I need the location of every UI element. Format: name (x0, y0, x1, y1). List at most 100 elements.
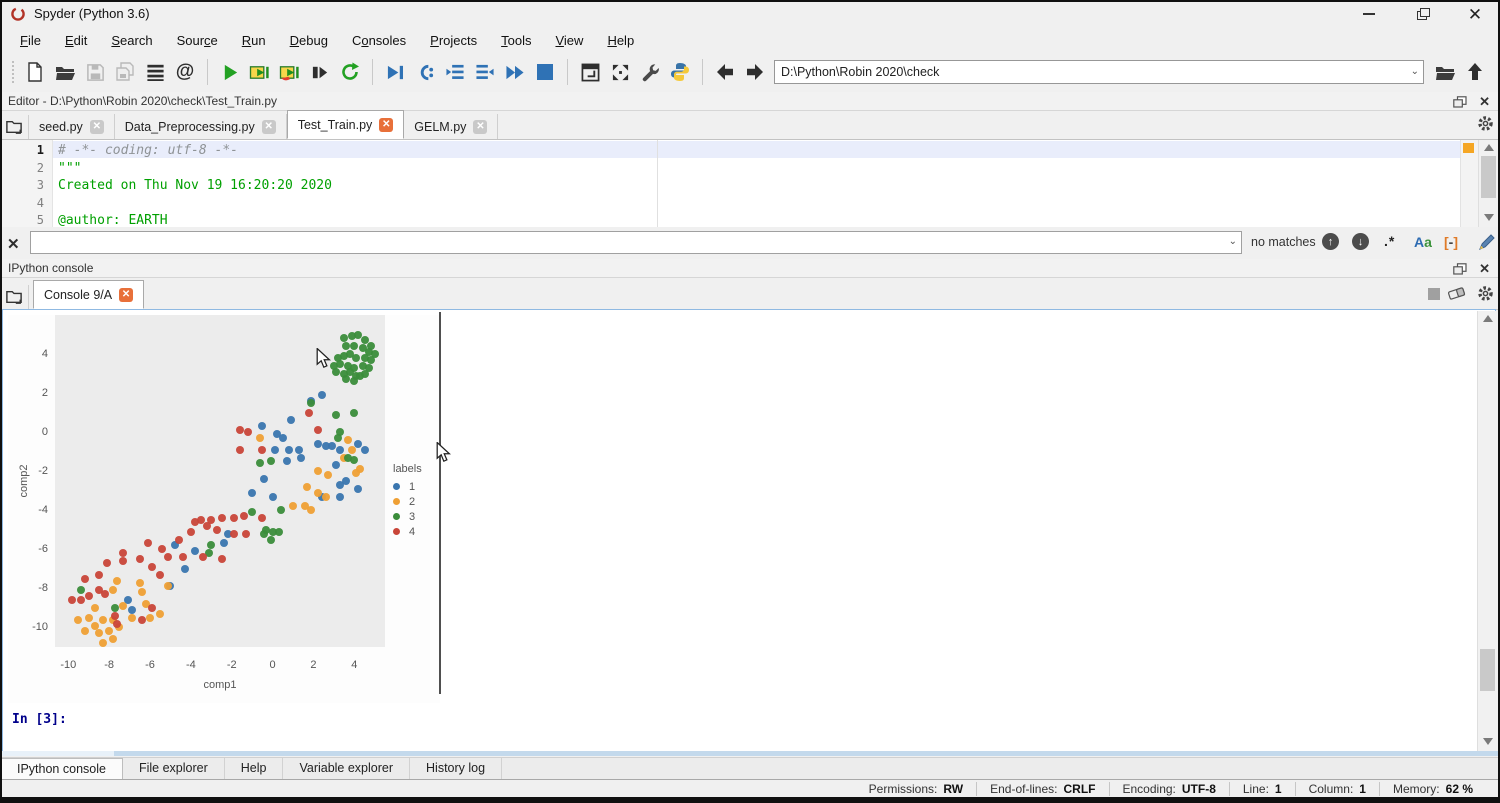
close-tab-button[interactable]: ✕ (90, 120, 104, 134)
scatter-point (297, 454, 305, 462)
menu-help[interactable]: Help (595, 31, 646, 50)
continue-button[interactable] (500, 57, 530, 87)
run-cell-button[interactable] (245, 57, 275, 87)
save-all-button[interactable] (110, 57, 140, 87)
stop-debug-button[interactable] (530, 57, 560, 87)
plugin-tab-help[interactable]: Help (225, 758, 284, 780)
editor-scrollbar[interactable] (1478, 140, 1499, 227)
menu-source[interactable]: Source (165, 31, 230, 50)
whole-words-toggle-button[interactable]: [-] (1444, 234, 1458, 250)
scatter-point (146, 614, 154, 622)
editor-tab-Test_Train.py[interactable]: Test_Train.py✕ (287, 110, 405, 139)
minimize-button[interactable] (1346, 0, 1392, 28)
scatter-point (111, 612, 119, 620)
close-window-button[interactable]: ✕ (1452, 0, 1498, 28)
run-cell-advance-button[interactable] (275, 57, 305, 87)
file-switcher-button[interactable] (140, 57, 170, 87)
save-button[interactable] (80, 57, 110, 87)
menu-view[interactable]: View (543, 31, 595, 50)
console-options-button[interactable] (1477, 285, 1494, 302)
editor-code-area[interactable]: 12345 # -*- coding: utf-8 -*-"""Created … (0, 140, 1500, 227)
back-button[interactable] (710, 57, 740, 87)
legend-entry: 4 (393, 524, 422, 539)
browse-tabs-button[interactable] (0, 115, 29, 139)
editor-tab-GELM.py[interactable]: GELM.py✕ (404, 114, 498, 139)
regex-toggle-button[interactable]: .* (1384, 233, 1395, 249)
x-tick-label: 2 (295, 659, 331, 671)
debug-file-button[interactable] (380, 57, 410, 87)
editor-scrollbar-thumb[interactable] (1481, 156, 1496, 198)
rerun-button[interactable] (335, 57, 365, 87)
console-tab[interactable]: Console 9/A ✕ (33, 280, 144, 309)
parent-directory-button[interactable] (1460, 57, 1490, 87)
scatter-point (354, 485, 362, 493)
find-next-button[interactable]: ↓ (1352, 233, 1369, 250)
fullscreen-button[interactable] (605, 57, 635, 87)
scatter-point (119, 557, 127, 565)
plugin-tab-history-log[interactable]: History log (410, 758, 502, 780)
run-file-button[interactable] (215, 57, 245, 87)
new-file-button[interactable] (20, 57, 50, 87)
close-pane-button[interactable]: ✕ (1479, 95, 1490, 108)
search-input[interactable] (30, 231, 1242, 254)
step-into-button[interactable] (440, 57, 470, 87)
legend-swatch (393, 498, 400, 505)
close-tab-button[interactable]: ✕ (379, 118, 393, 132)
menu-tools[interactable]: Tools (489, 31, 543, 50)
chevron-down-icon[interactable]: ⌄ (1229, 236, 1237, 247)
run-selection-button[interactable] (305, 57, 335, 87)
open-file-button[interactable] (50, 57, 80, 87)
run-current-line-button[interactable] (410, 57, 440, 87)
close-find-button[interactable]: ✕ (7, 235, 20, 253)
case-sensitive-toggle-button[interactable]: Aa (1414, 234, 1432, 250)
undock-button[interactable] (1453, 263, 1467, 275)
browse-directory-button[interactable] (1430, 57, 1460, 87)
plugin-tab-variable-explorer[interactable]: Variable explorer (283, 758, 410, 780)
restore-button[interactable] (1400, 0, 1446, 28)
scatter-point (136, 579, 144, 587)
preferences-button[interactable] (635, 57, 665, 87)
python-path-button[interactable] (665, 57, 695, 87)
menu-edit[interactable]: Edit (53, 31, 99, 50)
close-pane-button[interactable]: ✕ (1479, 262, 1490, 275)
scroll-down-icon[interactable] (1483, 738, 1493, 745)
maximize-pane-button[interactable] (575, 57, 605, 87)
console-scrollbar-thumb[interactable] (1480, 649, 1495, 691)
pane-splitter[interactable] (439, 312, 441, 694)
clear-console-button[interactable] (1447, 286, 1466, 301)
plugin-tab-file-explorer[interactable]: File explorer (123, 758, 225, 780)
highlight-matches-button[interactable] (1477, 232, 1497, 252)
console-bottom-scrollbar[interactable] (2, 751, 1498, 756)
scroll-up-icon[interactable] (1483, 315, 1493, 322)
menu-projects[interactable]: Projects (418, 31, 489, 50)
browse-tabs-button[interactable] (0, 285, 29, 309)
run-cell-advance-icon (279, 63, 301, 82)
editor-options-button[interactable] (1477, 115, 1494, 132)
menu-search[interactable]: Search (99, 31, 164, 50)
close-tab-button[interactable]: ✕ (119, 288, 133, 302)
editor-tab-Data_Preprocessing.py[interactable]: Data_Preprocessing.py✕ (115, 114, 287, 139)
console-scrollbar[interactable] (1477, 311, 1498, 751)
close-tab-button[interactable]: ✕ (473, 120, 487, 134)
scatter-point (275, 528, 283, 536)
editor-tab-seed.py[interactable]: seed.py✕ (29, 114, 115, 139)
menu-consoles[interactable]: Consoles (340, 31, 418, 50)
menu-run[interactable]: Run (230, 31, 278, 50)
x-axis-label: comp1 (55, 679, 385, 691)
menu-debug[interactable]: Debug (278, 31, 340, 50)
interrupt-kernel-button[interactable] (1428, 288, 1440, 300)
legend-swatch (393, 483, 400, 490)
scatter-point (74, 616, 82, 624)
scroll-up-icon[interactable] (1484, 144, 1494, 151)
plugin-tab-ipython-console[interactable]: IPython console (0, 758, 123, 780)
close-tab-button[interactable]: ✕ (262, 120, 276, 134)
menu-file[interactable]: File (8, 31, 53, 50)
undock-button[interactable] (1453, 96, 1467, 108)
chevron-down-icon[interactable]: ⌄ (1411, 66, 1419, 77)
symbol-finder-button[interactable]: @ (170, 57, 200, 87)
step-return-button[interactable] (470, 57, 500, 87)
forward-button[interactable] (740, 57, 770, 87)
scroll-down-icon[interactable] (1484, 214, 1494, 221)
find-previous-button[interactable]: ↑ (1322, 233, 1339, 250)
working-directory-input[interactable] (774, 60, 1424, 84)
